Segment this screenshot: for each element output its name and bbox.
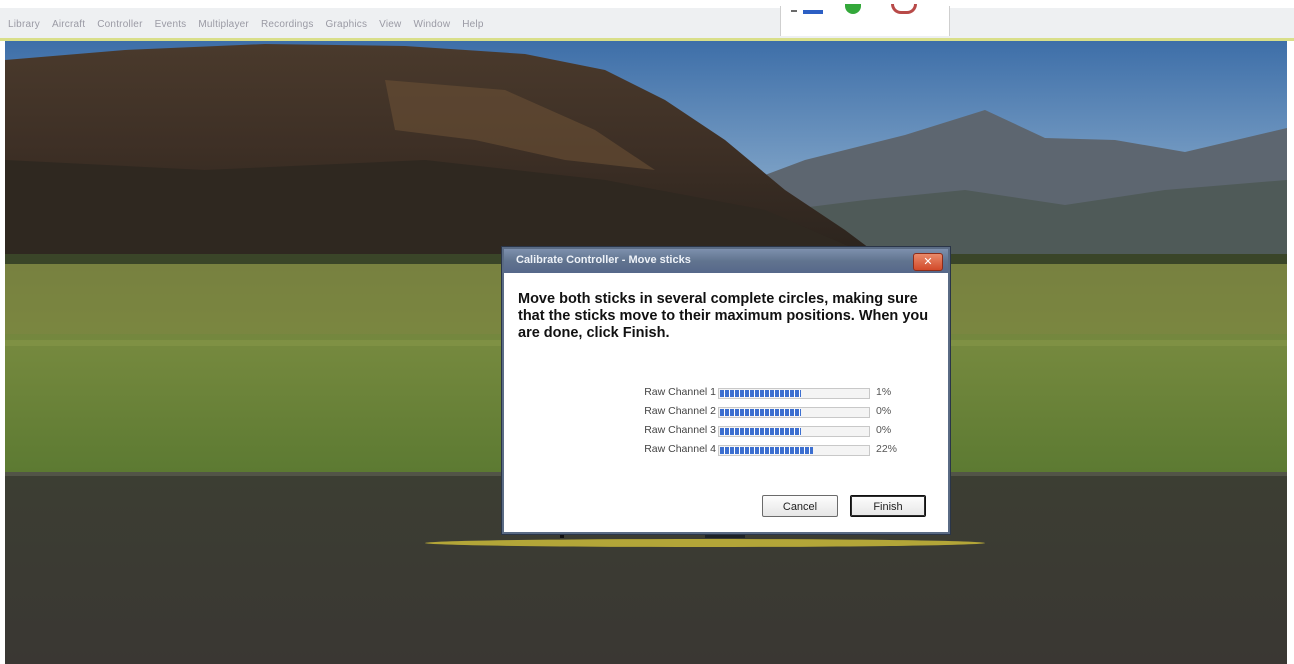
tool-icon[interactable] — [891, 4, 917, 14]
channel-progress-bar — [718, 426, 870, 437]
channel-progress-bar — [718, 445, 870, 456]
menu-item-events[interactable]: Events — [155, 19, 187, 30]
green-check-icon[interactable] — [845, 4, 861, 14]
menu-item-multiplayer[interactable]: Multiplayer — [198, 19, 249, 30]
channel-label: Raw Channel 3 — [644, 424, 716, 436]
channel-progress-fill — [720, 447, 813, 454]
channel-row: Raw Channel 1 1% — [504, 385, 948, 401]
channel-value: 0% — [876, 405, 892, 417]
menu-item-controller[interactable]: Controller — [97, 19, 142, 30]
calibrate-controller-dialog: Calibrate Controller - Move sticks ✕ Mov… — [502, 247, 950, 534]
channel-row: Raw Channel 3 0% — [504, 423, 948, 439]
menu-item-graphics[interactable]: Graphics — [326, 19, 368, 30]
menu-item-library[interactable]: Library — [8, 19, 40, 30]
channel-value: 0% — [876, 424, 892, 436]
finish-button[interactable]: Finish — [850, 495, 926, 517]
channel-progress-fill — [720, 428, 801, 435]
channel-label: Raw Channel 4 — [644, 443, 716, 455]
minus-icon[interactable] — [791, 10, 797, 12]
close-button[interactable]: ✕ — [913, 253, 943, 271]
menu-items: Library Aircraft Controller Events Multi… — [8, 19, 484, 30]
channel-row: Raw Channel 2 0% — [504, 404, 948, 420]
channel-value: 22% — [876, 443, 898, 455]
menu-item-help[interactable]: Help — [462, 19, 483, 30]
channel-progress-fill — [720, 409, 801, 416]
channel-label: Raw Channel 2 — [644, 405, 716, 417]
menu-item-window[interactable]: Window — [413, 19, 450, 30]
minus-icon[interactable] — [803, 10, 823, 14]
channel-progress-fill — [720, 390, 801, 397]
channel-progress-bar — [718, 407, 870, 418]
dialog-titlebar[interactable]: Calibrate Controller - Move sticks ✕ — [504, 249, 948, 273]
menu-item-view[interactable]: View — [379, 19, 401, 30]
channel-label: Raw Channel 1 — [644, 386, 716, 398]
toolbar — [780, 4, 950, 36]
menubar: Library Aircraft Controller Events Multi… — [0, 4, 1294, 41]
instruction-text: Move both sticks in several complete cir… — [518, 291, 929, 341]
dialog-title: Calibrate Controller - Move sticks — [516, 254, 691, 266]
menu-item-recordings[interactable]: Recordings — [261, 19, 314, 30]
channel-row: Raw Channel 4 22% — [504, 442, 948, 458]
menu-item-aircraft[interactable]: Aircraft — [52, 19, 85, 30]
channel-value: 1% — [876, 386, 892, 398]
close-icon: ✕ — [923, 255, 933, 268]
cancel-button[interactable]: Cancel — [762, 495, 838, 517]
channel-progress-bar — [718, 388, 870, 399]
